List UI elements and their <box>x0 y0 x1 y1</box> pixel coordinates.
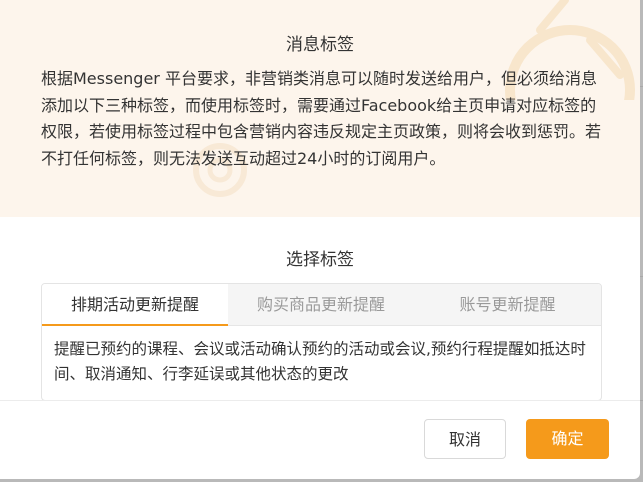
footer-divider <box>0 400 640 401</box>
tab-account-update[interactable]: 账号更新提醒 <box>414 284 601 325</box>
notice-description: 根据Messenger 平台要求，非营销类消息可以随时发送给用户，但必须给消息添… <box>41 69 602 168</box>
cancel-button[interactable]: 取消 <box>424 419 506 459</box>
notice-panel: 消息标签 根据Messenger 平台要求，非营销类消息可以随时发送给用户，但必… <box>0 0 640 217</box>
tab-purchase-update[interactable]: 购买商品更新提醒 <box>228 284 414 325</box>
message-tag-dialog: 消息标签 根据Messenger 平台要求，非营销类消息可以随时发送给用户，但必… <box>0 0 640 479</box>
tag-tabs: 排期活动更新提醒 购买商品更新提醒 账号更新提醒 提醒已预约的课程、会议或活动确… <box>41 283 602 401</box>
tab-content-description: 提醒已预约的课程、会议或活动确认预约的活动或会议,预约行程提醒如抵达时间、取消通… <box>54 340 586 383</box>
tab-scheduled-event-update[interactable]: 排期活动更新提醒 <box>42 284 228 326</box>
notice-title: 消息标签 <box>286 35 354 55</box>
confirm-button[interactable]: 确定 <box>526 419 609 459</box>
tab-bar: 排期活动更新提醒 购买商品更新提醒 账号更新提醒 <box>42 284 601 326</box>
select-tag-title: 选择标签 <box>286 250 354 270</box>
